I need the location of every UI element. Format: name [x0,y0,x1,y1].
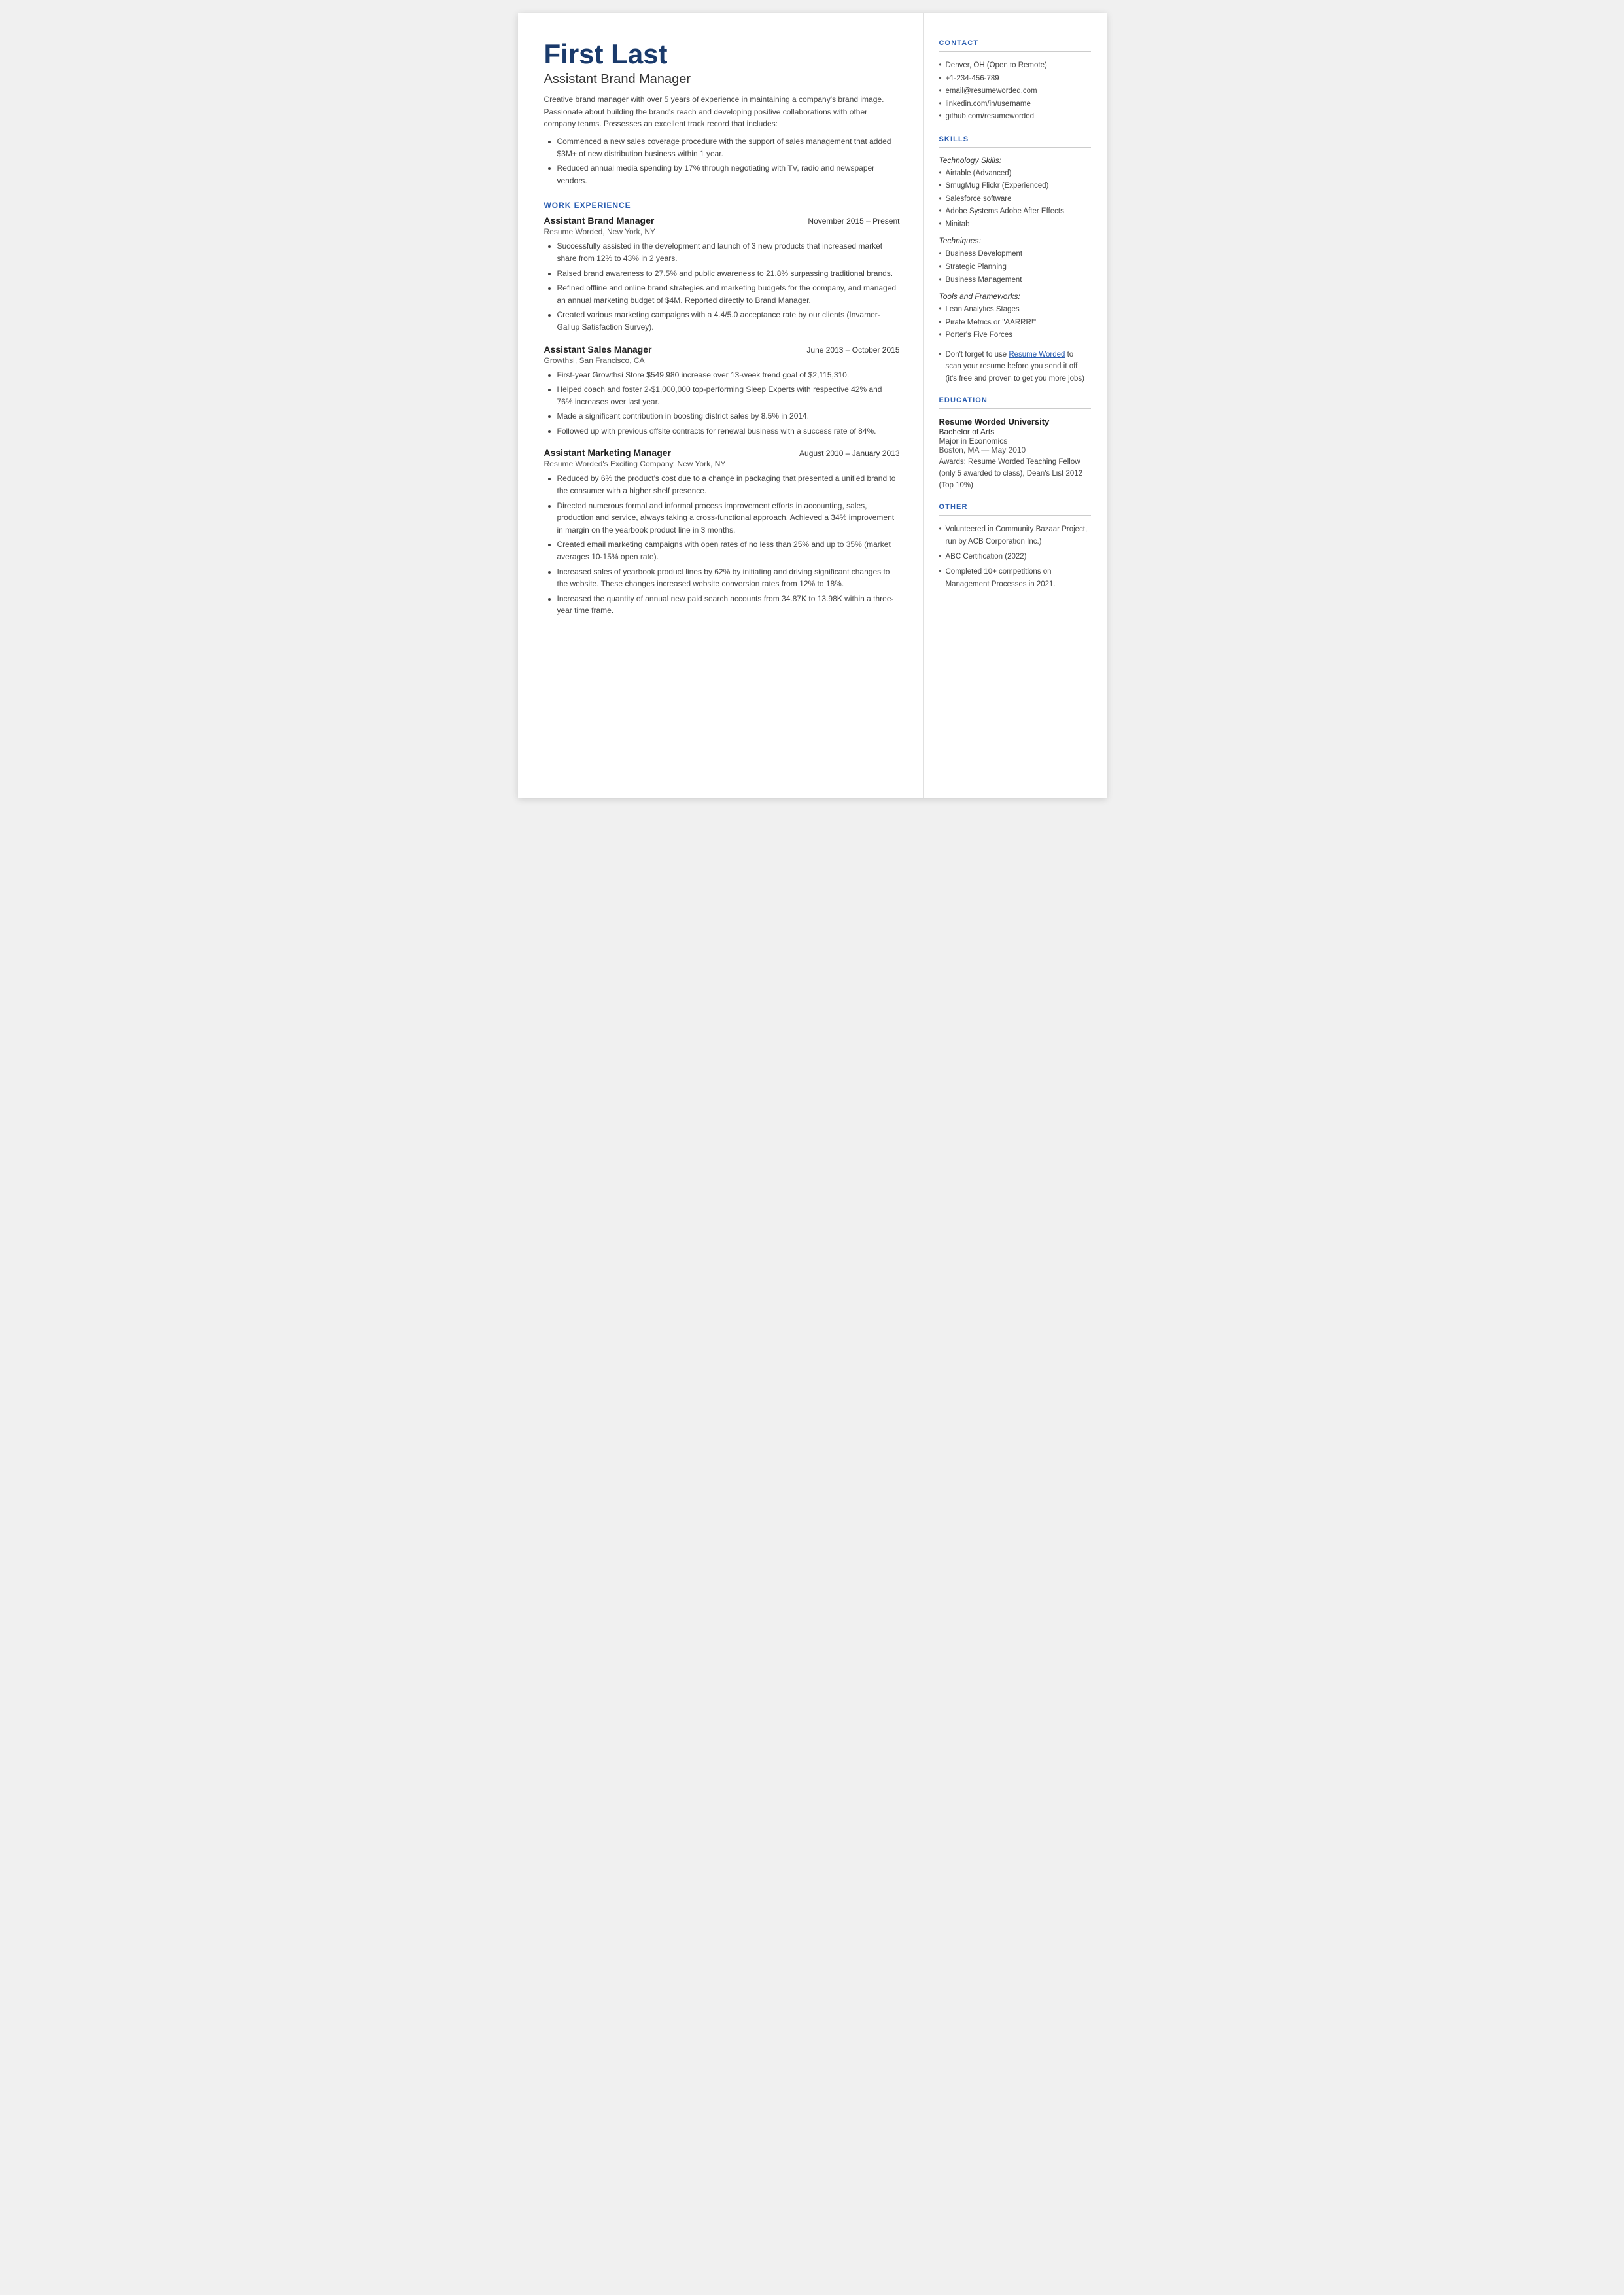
left-column: First Last Assistant Brand Manager Creat… [518,13,924,798]
education-divider [939,408,1091,409]
list-item: +1-234-456-789 [939,73,1091,86]
list-item: Successfully assisted in the development… [557,240,900,264]
education-section: EDUCATION Resume Worded University Bache… [939,396,1091,491]
resume-container: First Last Assistant Brand Manager Creat… [518,13,1107,798]
contact-header: CONTACT [939,39,1091,47]
work-entry-header: Assistant Brand Manager November 2015 – P… [544,215,900,226]
work-experience-header: WORK EXPERIENCE [544,201,900,210]
list-item: Helped coach and foster 2-$1,000,000 top… [557,383,900,408]
list-item: Pirate Metrics or "AARRR!" [939,317,1091,330]
contact-section: CONTACT Denver, OH (Open to Remote)+1-23… [939,39,1091,124]
edu-major: Major in Economics [939,436,1091,446]
list-item: Raised brand awareness to 27.5% and publ… [557,268,900,280]
list-item: Made a significant contribution in boost… [557,410,900,423]
skills-section: SKILLS Technology Skills: Airtable (Adva… [939,135,1091,385]
list-item: Minitab [939,219,1091,232]
resume-worded-link[interactable]: Resume Worded [1009,351,1065,359]
work-bullets: Successfully assisted in the development… [557,240,900,333]
work-title: Assistant Marketing Manager [544,447,672,458]
tools-list: Lean Analytics StagesPirate Metrics or "… [939,304,1091,342]
work-entry: Assistant Sales Manager June 2013 – Octob… [544,344,900,438]
list-item: Porter's Five Forces [939,329,1091,342]
techniques-label: Techniques: [939,236,1091,245]
list-item: SmugMug Flickr (Experienced) [939,180,1091,193]
work-bullets: First-year Growthsi Store $549,980 incre… [557,369,900,438]
list-item: Refined offline and online brand strateg… [557,282,900,306]
list-item: email@resumeworded.com [939,85,1091,98]
list-item: Completed 10+ competitions on Management… [939,566,1091,591]
list-item: Followed up with previous offsite contra… [557,425,900,438]
list-item: Business Management [939,274,1091,287]
other-list: Volunteered in Community Bazaar Project,… [939,523,1091,591]
techniques-list: Business DevelopmentStrategic PlanningBu… [939,248,1091,287]
list-item: github.com/resumeworded [939,111,1091,124]
other-divider [939,515,1091,516]
list-item: Strategic Planning [939,261,1091,274]
tech-skills-list: Airtable (Advanced)SmugMug Flickr (Exper… [939,167,1091,232]
work-company: Resume Worded, New York, NY [544,227,900,236]
edu-date: Boston, MA — May 2010 [939,446,1091,455]
jobs-list: Assistant Brand Manager November 2015 – P… [544,215,900,617]
skills-note: Don't forget to use Resume Worded to sca… [939,349,1091,385]
list-item: Denver, OH (Open to Remote) [939,60,1091,73]
summary-bullets: Commenced a new sales coverage procedure… [557,135,900,186]
skills-header: SKILLS [939,135,1091,143]
name-title-block: First Last Assistant Brand Manager [544,39,900,87]
work-entry: Assistant Brand Manager November 2015 – P… [544,215,900,333]
contact-list: Denver, OH (Open to Remote)+1-234-456-78… [939,60,1091,124]
edu-school: Resume Worded University [939,417,1091,427]
work-entry: Assistant Marketing Manager August 2010 –… [544,447,900,617]
list-item: Volunteered in Community Bazaar Project,… [939,523,1091,548]
list-item: Reduced by 6% the product's cost due to … [557,472,900,497]
job-title: Assistant Brand Manager [544,72,900,87]
list-item: First-year Growthsi Store $549,980 incre… [557,369,900,381]
work-company: Growthsi, San Francisco, CA [544,356,900,365]
list-item: ABC Certification (2022) [939,551,1091,563]
edu-degree: Bachelor of Arts [939,427,1091,436]
list-item: Increased the quantity of annual new pai… [557,593,900,617]
tools-label: Tools and Frameworks: [939,292,1091,301]
work-date: August 2010 – January 2013 [799,449,899,458]
right-column: CONTACT Denver, OH (Open to Remote)+1-23… [924,13,1107,798]
work-entry-header: Assistant Sales Manager June 2013 – Octob… [544,344,900,355]
work-company: Resume Worded's Exciting Company, New Yo… [544,459,900,468]
other-section: OTHER Volunteered in Community Bazaar Pr… [939,503,1091,591]
work-title: Assistant Brand Manager [544,215,655,226]
list-item: Airtable (Advanced) [939,167,1091,181]
work-entry-header: Assistant Marketing Manager August 2010 –… [544,447,900,458]
other-header: OTHER [939,503,1091,511]
education-header: EDUCATION [939,396,1091,404]
list-item: Lean Analytics Stages [939,304,1091,317]
edu-entry: Resume Worded University Bachelor of Art… [939,417,1091,491]
contact-divider [939,51,1091,52]
list-item: Created various marketing campaigns with… [557,309,900,333]
list-item: Salesforce software [939,193,1091,206]
summary-text: Creative brand manager with over 5 years… [544,94,900,130]
work-date: June 2013 – October 2015 [806,345,899,355]
list-item: Increased sales of yearbook product line… [557,566,900,590]
list-item: Adobe Systems Adobe After Effects [939,205,1091,219]
skills-divider [939,147,1091,148]
work-date: November 2015 – Present [808,217,899,226]
skills-note-text: Don't forget to use [946,351,1009,359]
list-item: Business Development [939,248,1091,261]
list-item: linkedin.com/in/username [939,98,1091,111]
edu-awards: Awards: Resume Worded Teaching Fellow (o… [939,457,1091,491]
work-bullets: Reduced by 6% the product's cost due to … [557,472,900,617]
full-name: First Last [544,39,900,69]
tech-skills-label: Technology Skills: [939,156,1091,165]
work-title: Assistant Sales Manager [544,344,652,355]
list-item: Created email marketing campaigns with o… [557,538,900,563]
list-item: Directed numerous formal and informal pr… [557,500,900,536]
